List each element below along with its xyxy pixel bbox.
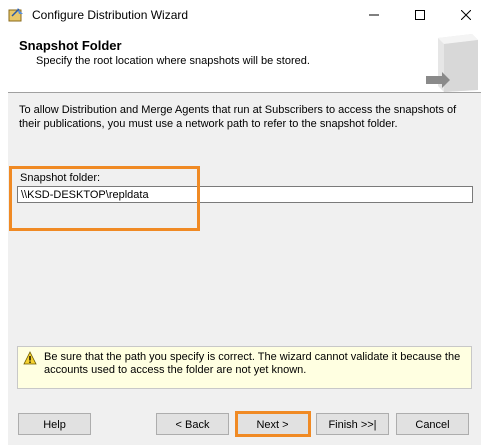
back-button[interactable]: < Back — [156, 413, 229, 435]
warning-text: Be sure that the path you specify is cor… — [44, 351, 461, 376]
wizard-footer: Help < Back Next > Finish >>| Cancel — [8, 394, 481, 445]
maximize-button[interactable] — [397, 0, 443, 30]
wizard-icon — [8, 8, 23, 22]
title-bar: Configure Distribution Wizard — [0, 0, 489, 30]
next-button[interactable]: Next > — [236, 413, 309, 435]
minimize-button[interactable] — [351, 0, 397, 30]
finish-button[interactable]: Finish >>| — [316, 413, 389, 435]
window-title: Configure Distribution Wizard — [32, 8, 189, 22]
help-button[interactable]: Help — [18, 413, 91, 435]
wizard-content: To allow Distribution and Merge Agents t… — [8, 92, 481, 395]
warning-icon — [23, 351, 37, 365]
cancel-button[interactable]: Cancel — [396, 413, 469, 435]
page-subtitle: Specify the root location where snapshot… — [36, 55, 310, 67]
minimize-icon — [369, 14, 379, 16]
page-title: Snapshot Folder — [19, 38, 122, 53]
wizard-header: Snapshot Folder Specify the root locatio… — [8, 30, 481, 92]
warning-box: Be sure that the path you specify is cor… — [17, 346, 472, 389]
server-icon — [426, 34, 478, 92]
close-icon — [461, 10, 471, 20]
snapshot-folder-label: Snapshot folder: — [20, 172, 101, 184]
maximize-icon — [415, 10, 425, 20]
close-button[interactable] — [443, 0, 489, 30]
intro-text: To allow Distribution and Merge Agents t… — [19, 104, 457, 130]
snapshot-folder-input[interactable] — [17, 186, 473, 203]
